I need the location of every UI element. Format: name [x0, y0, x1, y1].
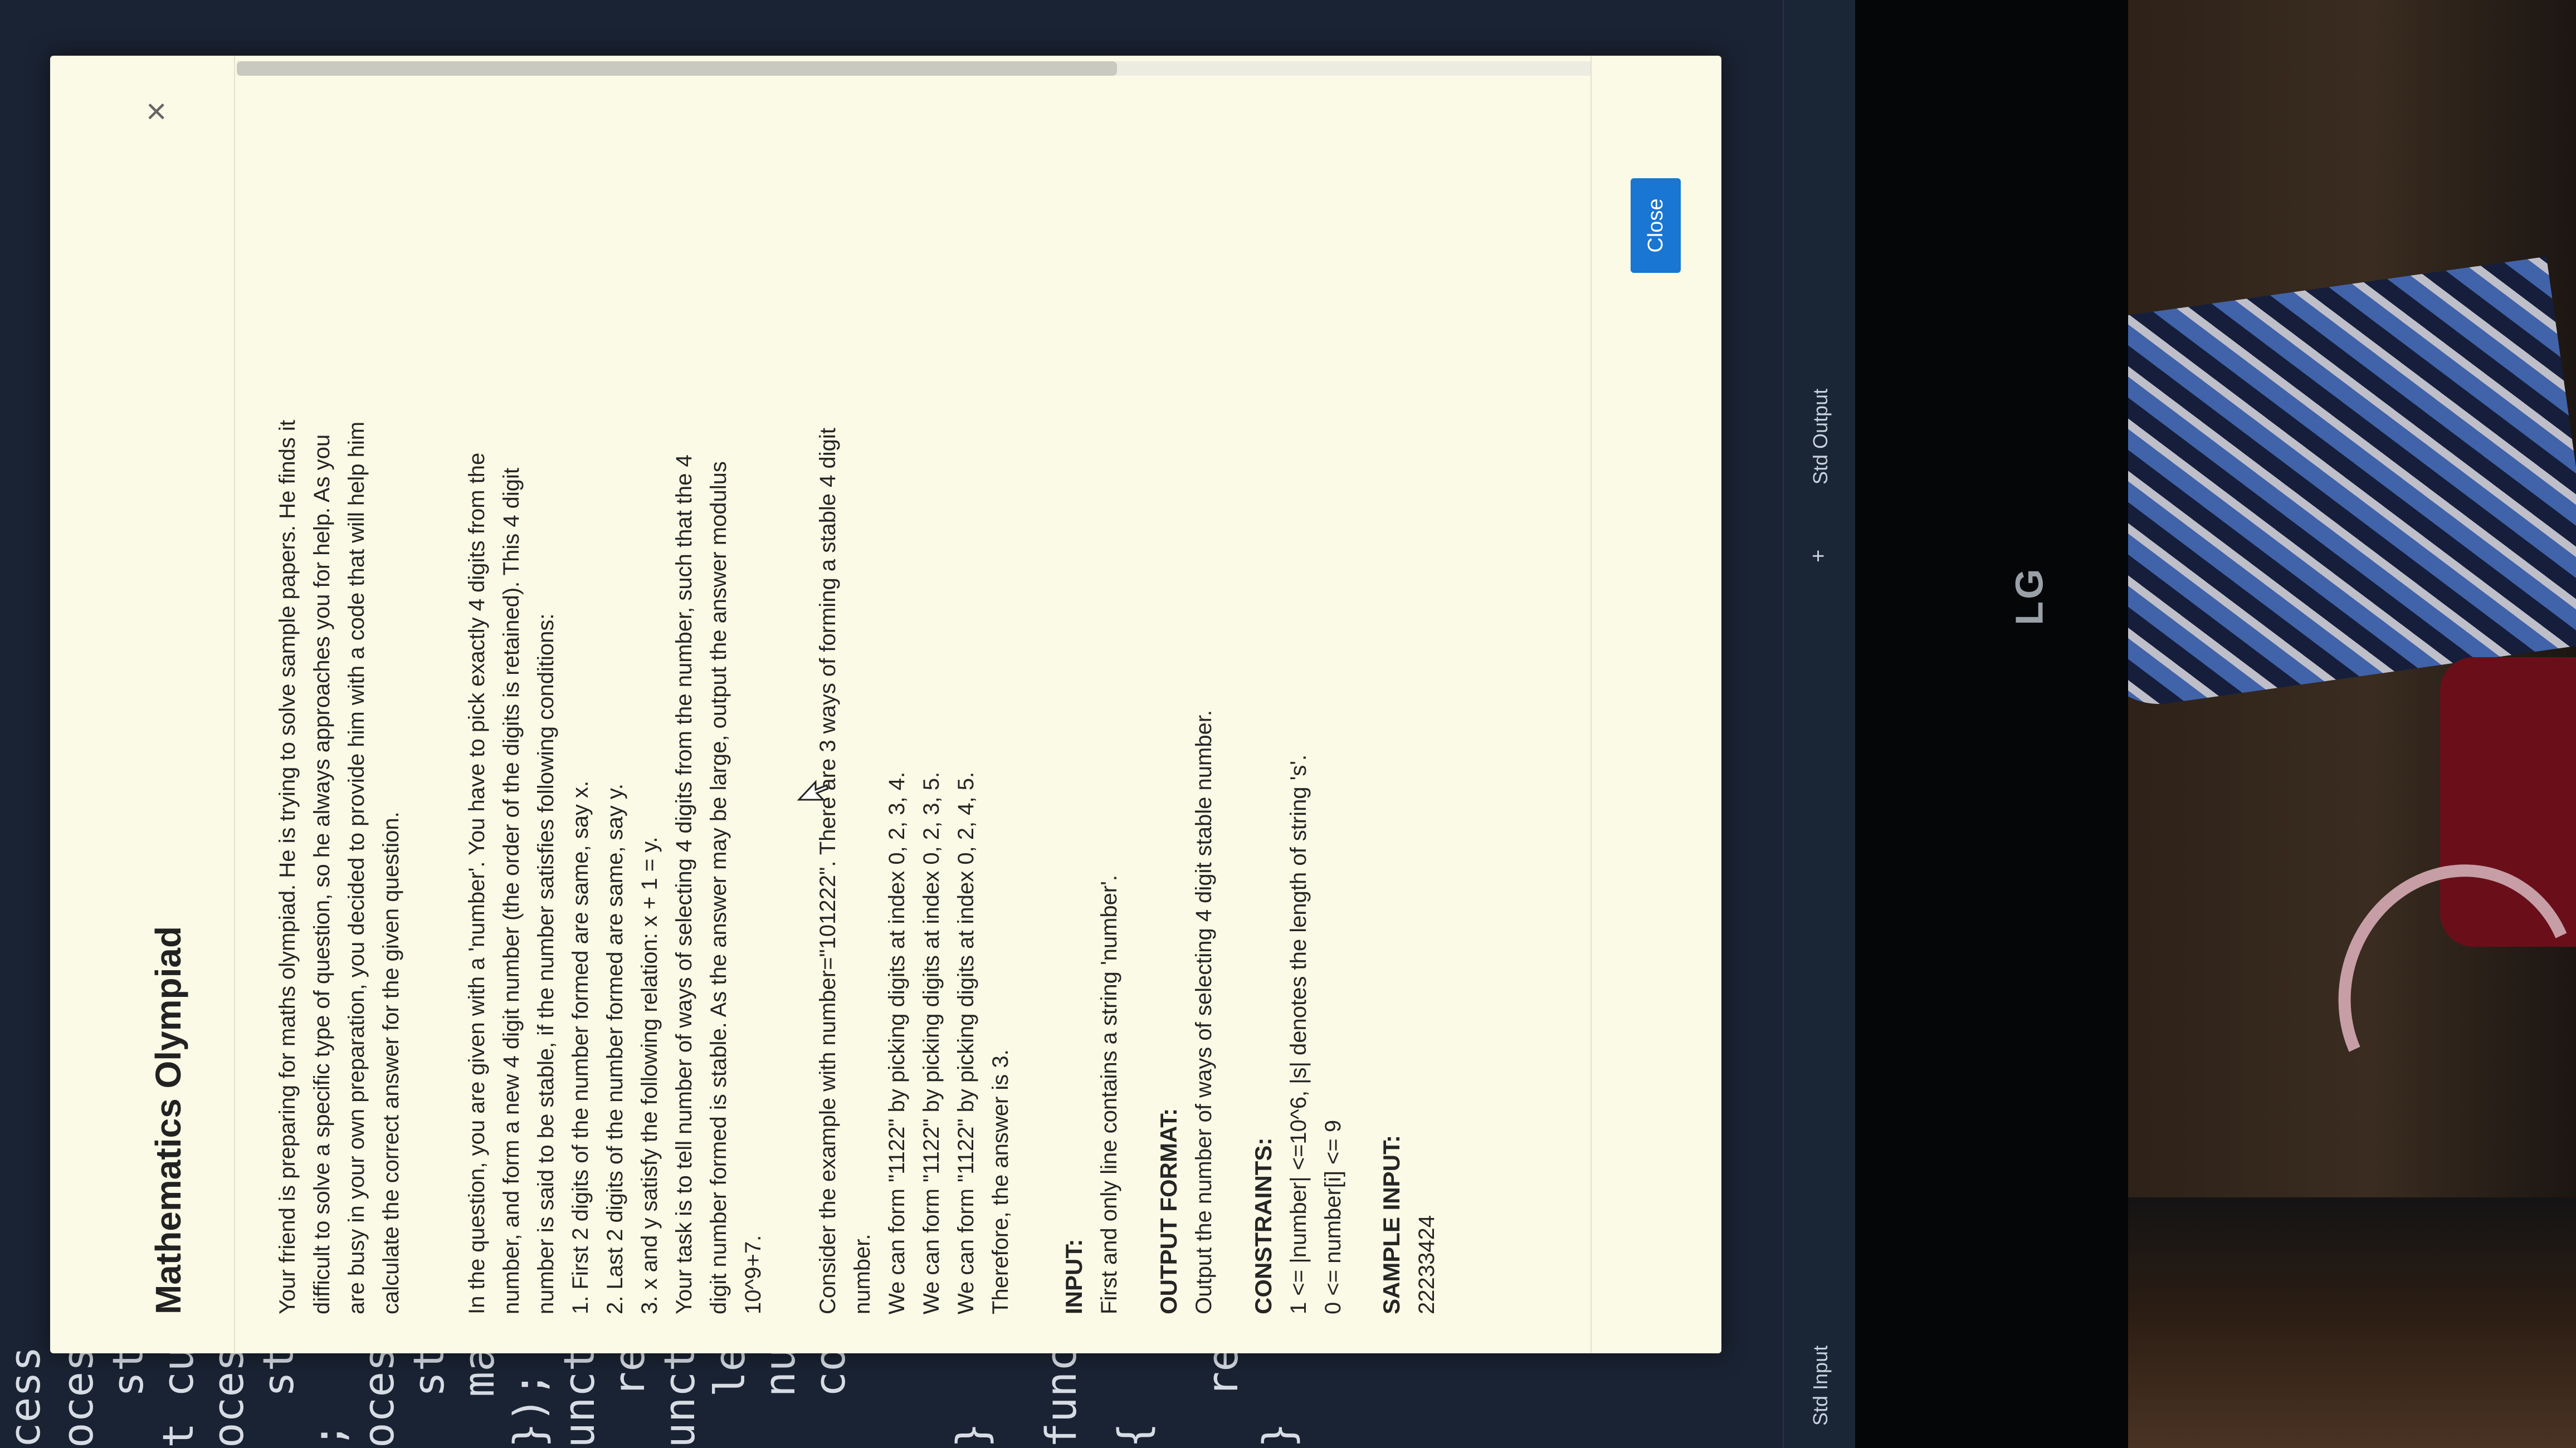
text-line: Your friend is preparing for maths olymp… — [275, 420, 300, 1314]
text-line: calculate the correct answer for the giv… — [379, 811, 403, 1314]
question-paragraph: In the question, you are given with a 'n… — [460, 123, 770, 1314]
close-icon[interactable]: × — [136, 95, 176, 128]
code-line: ; — [304, 1422, 353, 1448]
modal-title: Mathematics Olympiad — [148, 926, 188, 1314]
constraints-section: CONSTRAINTS: 1 <= |number| <=10^6, |s| d… — [1245, 123, 1350, 1314]
scrollbar-thumb[interactable] — [237, 61, 1117, 76]
example-paragraph: Consider the example with number="101222… — [811, 123, 1018, 1314]
mouse-cursor-icon — [797, 780, 829, 801]
input-text: First and only line contains a string 'n… — [1097, 875, 1122, 1314]
code-line: } — [947, 1422, 997, 1448]
constraint-line: 0 <= number[i] <= 9 — [1321, 1119, 1346, 1314]
code-line: } — [1253, 1422, 1303, 1448]
problem-modal: Mathematics Olympiad × Your friend is pr… — [50, 56, 1723, 1353]
intro-paragraph: Your friend is preparing for maths olymp… — [270, 123, 408, 1314]
text-line: In the question, you are given with a 'n… — [465, 452, 489, 1314]
output-text: Output the number of ways of selecting 4… — [1192, 710, 1217, 1314]
monitor: LG cess ocess std t cur ocess std ; oces… — [0, 0, 2128, 1448]
text-line: Your task is to tell number of ways of s… — [672, 454, 696, 1314]
input-section: INPUT: First and only line contains a st… — [1056, 123, 1126, 1314]
text-line: number, and form a new 4 digit number (t… — [499, 467, 524, 1314]
monitor-brand-logo: LG — [2007, 566, 2051, 625]
text-line: 3. x and y satisfy the following relatio… — [637, 836, 662, 1314]
io-bar: Std Input + Std Output — [1783, 0, 1855, 1448]
add-icon[interactable]: + — [1806, 550, 1831, 562]
modal-footer: Close — [1591, 56, 1723, 1353]
text-line: 1. First 2 digits of the number formed a… — [568, 780, 593, 1314]
sample-input-value: 22233424 — [1414, 1215, 1440, 1314]
text-line: digit number formed is stable. As the an… — [706, 461, 731, 1314]
close-button[interactable]: Close — [1631, 178, 1681, 273]
input-heading: INPUT: — [1061, 1239, 1087, 1314]
text-line: number. — [850, 1234, 875, 1314]
text-line: number is said to be stable, if the numb… — [534, 613, 558, 1314]
output-section: OUTPUT FORMAT: Output the number of ways… — [1150, 123, 1221, 1314]
text-line: We can form "1122" by picking digits at … — [885, 771, 909, 1314]
desk-surface — [2128, 1197, 2576, 1448]
constraints-heading: CONSTRAINTS: — [1250, 1137, 1276, 1314]
sample-input-heading: SAMPLE INPUT: — [1378, 1134, 1404, 1314]
text-line: Therefore, the answer is 3. — [988, 1049, 1013, 1314]
modal-body[interactable]: Your friend is preparing for maths olymp… — [237, 56, 1591, 1353]
code-line: }); — [504, 1371, 554, 1448]
output-heading: OUTPUT FORMAT: — [1155, 1108, 1182, 1314]
constraint-line: 1 <= |number| <=10^6, |s| denotes the le… — [1286, 754, 1311, 1314]
screen: cess ocess std t cur ocess std ; ocess s… — [0, 0, 1855, 1448]
text-line: 10^9+7. — [741, 1235, 765, 1314]
text-line: Consider the example with number="101222… — [816, 428, 840, 1314]
sample-input-section: SAMPLE INPUT: 22233424 — [1373, 123, 1444, 1314]
tab-std-output[interactable]: Std Output — [1809, 389, 1832, 485]
text-line: 2. Last 2 digits of the number formed ar… — [603, 783, 627, 1314]
code-line: cess — [0, 1346, 50, 1448]
text-line: difficult to solve a specific type of qu… — [310, 434, 334, 1314]
tab-std-input[interactable]: Std Input — [1809, 1346, 1832, 1426]
modal-header: Mathematics Olympiad × — [50, 56, 235, 1353]
code-line: { — [1109, 1422, 1158, 1448]
text-line: We can form "1122" by picking digits at … — [954, 771, 978, 1314]
ide-window: cess ocess std t cur ocess std ; ocess s… — [0, 0, 1855, 1448]
text-line: are busy in your own preparation, you de… — [344, 421, 369, 1314]
text-line: We can form "1122" by picking digits at … — [919, 771, 944, 1314]
